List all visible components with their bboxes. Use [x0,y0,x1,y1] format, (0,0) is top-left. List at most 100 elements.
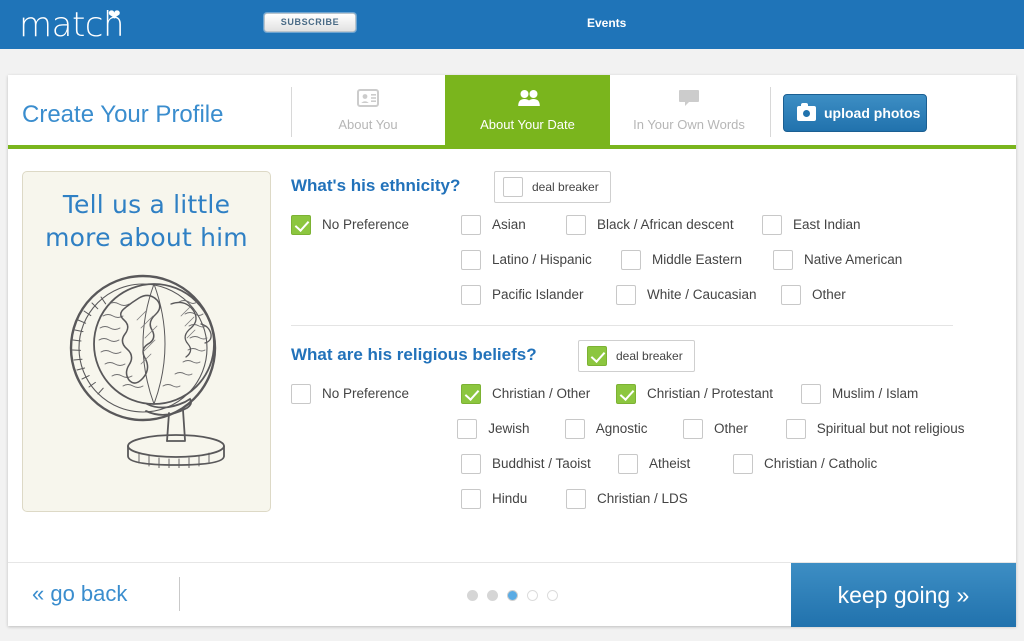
option-checkbox[interactable] [457,418,478,439]
progress-dot-2[interactable] [487,590,498,601]
option-label: Native American [804,252,903,267]
option-label: Jewish [488,421,530,436]
ethnicity-option-row: No Preference Asian Black / African desc… [291,207,991,242]
option-label: No Preference [322,217,410,232]
option-label: Latino / Hispanic [492,252,592,267]
option-black-african-descent[interactable]: Black / African descent [566,214,762,235]
option-other-ethnicity[interactable]: Other [781,284,881,305]
option-checkbox[interactable] [616,284,636,305]
option-checkbox[interactable] [683,418,704,439]
events-nav-link[interactable]: Events [587,16,626,30]
option-checkbox[interactable] [461,249,481,270]
ethnicity-deal-breaker-toggle[interactable]: deal breaker [494,171,611,203]
progress-dot-4[interactable] [527,590,538,601]
tab-about-you[interactable]: About You [292,75,444,149]
tab-label: About Your Date [480,117,575,132]
option-checkbox[interactable] [781,284,801,305]
tab-about-your-date[interactable]: About Your Date [445,75,610,149]
option-christian-protestant[interactable]: Christian / Protestant [616,383,801,404]
go-back-button[interactable]: « go back [32,581,127,607]
religion-deal-breaker-checkbox[interactable] [587,346,607,366]
option-christian-catholic[interactable]: Christian / Catholic [733,453,908,474]
option-label: Christian / LDS [597,491,688,506]
option-checkbox[interactable] [733,453,753,474]
option-checkbox[interactable] [461,453,481,474]
ethnicity-deal-breaker-checkbox[interactable] [503,177,523,197]
option-label: Hindu [492,491,528,506]
option-asian[interactable]: Asian [461,214,566,235]
speech-bubble-icon [678,89,700,107]
option-middle-eastern[interactable]: Middle Eastern [621,249,773,270]
option-label: Other [812,287,846,302]
religion-option-row: Buddhist / Taoist Atheist Christian / Ca… [291,446,991,481]
option-checkbox[interactable] [785,418,806,439]
option-label: No Preference [322,386,410,401]
option-spiritual-not-religious[interactable]: Spiritual but not religious [785,418,991,439]
page-title: Create Your Profile [22,101,224,128]
option-checkbox[interactable] [291,383,311,404]
option-checkbox[interactable] [762,214,782,235]
form-column: What's his ethnicity? deal breaker No Pr… [291,171,991,516]
religion-option-row: Jewish Agnostic Other Spiritual but not … [291,411,991,446]
tab-in-your-own-words[interactable]: In Your Own Words [610,75,768,149]
option-checkbox[interactable] [801,383,821,404]
religion-deal-breaker-toggle[interactable]: deal breaker [578,340,695,372]
brand-bar: match ❤ SUBSCRIBE Events [0,0,1024,49]
ethnicity-question-title: What's his ethnicity? [291,176,461,195]
option-pacific-islander[interactable]: Pacific Islander [461,284,616,305]
option-other-religion[interactable]: Other [683,418,786,439]
option-christian-other[interactable]: Christian / Other [461,383,616,404]
option-checkbox[interactable] [616,383,636,404]
option-checkbox[interactable] [564,418,585,439]
option-checkbox[interactable] [618,453,638,474]
option-checkbox[interactable] [461,284,481,305]
progress-dot-3-current[interactable] [507,590,518,601]
option-label: White / Caucasian [647,287,757,302]
option-label: Atheist [649,456,691,471]
option-no-preference[interactable]: No Preference [291,214,461,235]
upload-photos-label: upload photos [824,105,921,121]
option-no-preference-religion[interactable]: No Preference [291,383,461,404]
option-label: Spiritual but not religious [816,421,965,436]
option-label: Buddhist / Taoist [492,456,591,471]
option-christian-lds[interactable]: Christian / LDS [566,488,726,509]
option-jewish[interactable]: Jewish [457,418,565,439]
option-hindu[interactable]: Hindu [461,488,566,509]
option-checkbox[interactable] [461,488,481,509]
option-native-american[interactable]: Native American [773,249,923,270]
heart-icon: ❤ [108,7,121,24]
option-agnostic[interactable]: Agnostic [564,418,683,439]
subscribe-button[interactable]: SUBSCRIBE [264,13,356,32]
upload-photos-button[interactable]: upload photos [783,94,927,132]
option-atheist[interactable]: Atheist [618,453,733,474]
option-checkbox[interactable] [461,214,481,235]
option-white-caucasian[interactable]: White / Caucasian [616,284,781,305]
illustration-caption: Tell us a little more about him [23,188,270,254]
progress-dot-1[interactable] [467,590,478,601]
option-label: Christian / Other [492,386,591,401]
option-checkbox[interactable] [773,249,793,270]
option-label: Muslim / Islam [832,386,919,401]
id-card-icon [357,89,379,107]
option-checkbox[interactable] [461,383,481,404]
option-checkbox[interactable] [566,488,586,509]
option-label: Other [714,421,748,436]
religion-option-row: No Preference Christian / Other Christia… [291,376,991,411]
option-label: Asian [492,217,526,232]
option-muslim-islam[interactable]: Muslim / Islam [801,383,941,404]
option-checkbox[interactable] [291,214,311,235]
illustration-panel: Tell us a little more about him [22,171,271,512]
progress-dots [467,590,558,601]
option-east-indian[interactable]: East Indian [762,214,892,235]
option-buddhist-taoist[interactable]: Buddhist / Taoist [461,453,618,474]
illustration-caption-line2: more about him [45,223,248,252]
option-latino-hispanic[interactable]: Latino / Hispanic [461,249,621,270]
option-label: Christian / Protestant [647,386,774,401]
option-checkbox[interactable] [621,249,641,270]
option-checkbox[interactable] [566,214,586,235]
option-label: Agnostic [595,421,648,436]
progress-dot-5[interactable] [547,590,558,601]
section-divider [291,325,953,326]
keep-going-button[interactable]: keep going » [791,563,1016,627]
ethnicity-option-row: Pacific Islander White / Caucasian Other [291,277,991,312]
